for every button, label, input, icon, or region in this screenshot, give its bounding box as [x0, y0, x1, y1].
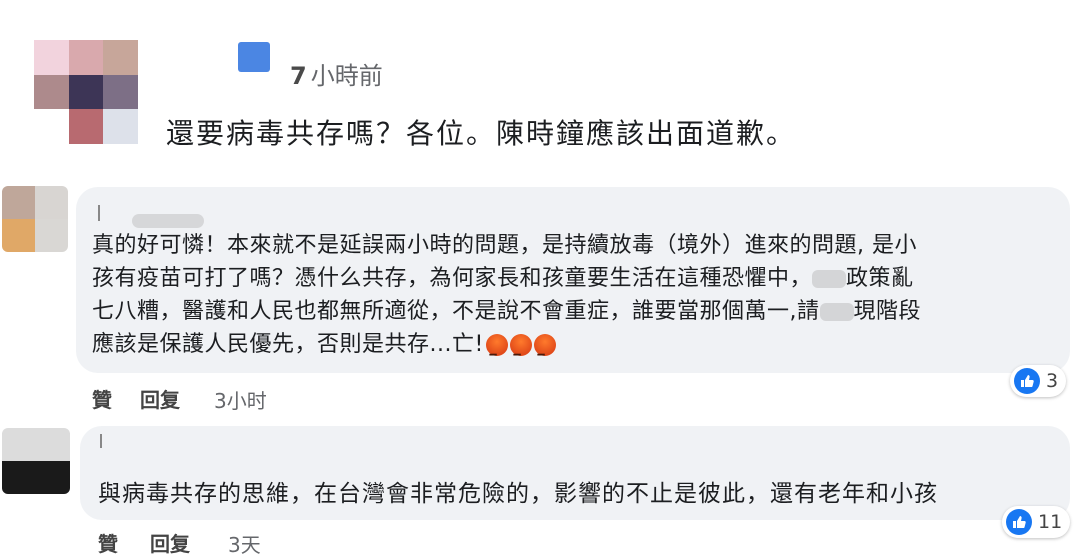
commenter-name-redacted[interactable] [100, 434, 102, 448]
redacted-text [819, 303, 854, 321]
poster-avatar-pixelated[interactable] [34, 40, 138, 144]
reaction-badge[interactable]: 11 [1002, 506, 1071, 538]
reaction-count: 3 [1046, 370, 1059, 392]
comment-timestamp[interactable]: 3天 [228, 529, 261, 558]
angry-face-icon [509, 334, 532, 372]
comment-timestamp[interactable]: 3小时 [214, 385, 267, 414]
thumbs-up-icon [1014, 368, 1040, 394]
comment-text: 真的好可憐！本來就不是延誤兩小時的問題，是持續放毒（境外）進來的問題, 是小 孩… [92, 229, 1062, 372]
redacted-text [812, 270, 847, 288]
reaction-badge[interactable]: 3 [1010, 365, 1067, 397]
commenter-name-blur [132, 214, 204, 228]
angry-face-icon [485, 334, 508, 372]
angry-face-icon [533, 334, 556, 372]
thumbs-up-icon [1006, 509, 1032, 535]
post-timestamp[interactable]: 7 小時前 [290, 56, 383, 91]
reply-button[interactable]: 回复 [140, 384, 180, 413]
comment-text: 與病毒共存的思維，在台灣會非常危險的，影響的不止是彼此，還有老年和小孩 [98, 481, 938, 507]
poster-name-redacted[interactable] [238, 42, 270, 72]
like-button[interactable]: 贊 [98, 528, 118, 557]
like-button[interactable]: 贊 [92, 384, 112, 413]
commenter-name-redacted[interactable] [98, 205, 100, 221]
reaction-count: 11 [1038, 511, 1063, 533]
reply-button[interactable]: 回复 [150, 528, 190, 557]
post-text: 還要病毒共存嗎？各位。陳時鐘應該出面道歉。 [166, 117, 797, 150]
commenter-avatar[interactable] [2, 186, 68, 252]
commenter-avatar[interactable] [2, 428, 70, 494]
